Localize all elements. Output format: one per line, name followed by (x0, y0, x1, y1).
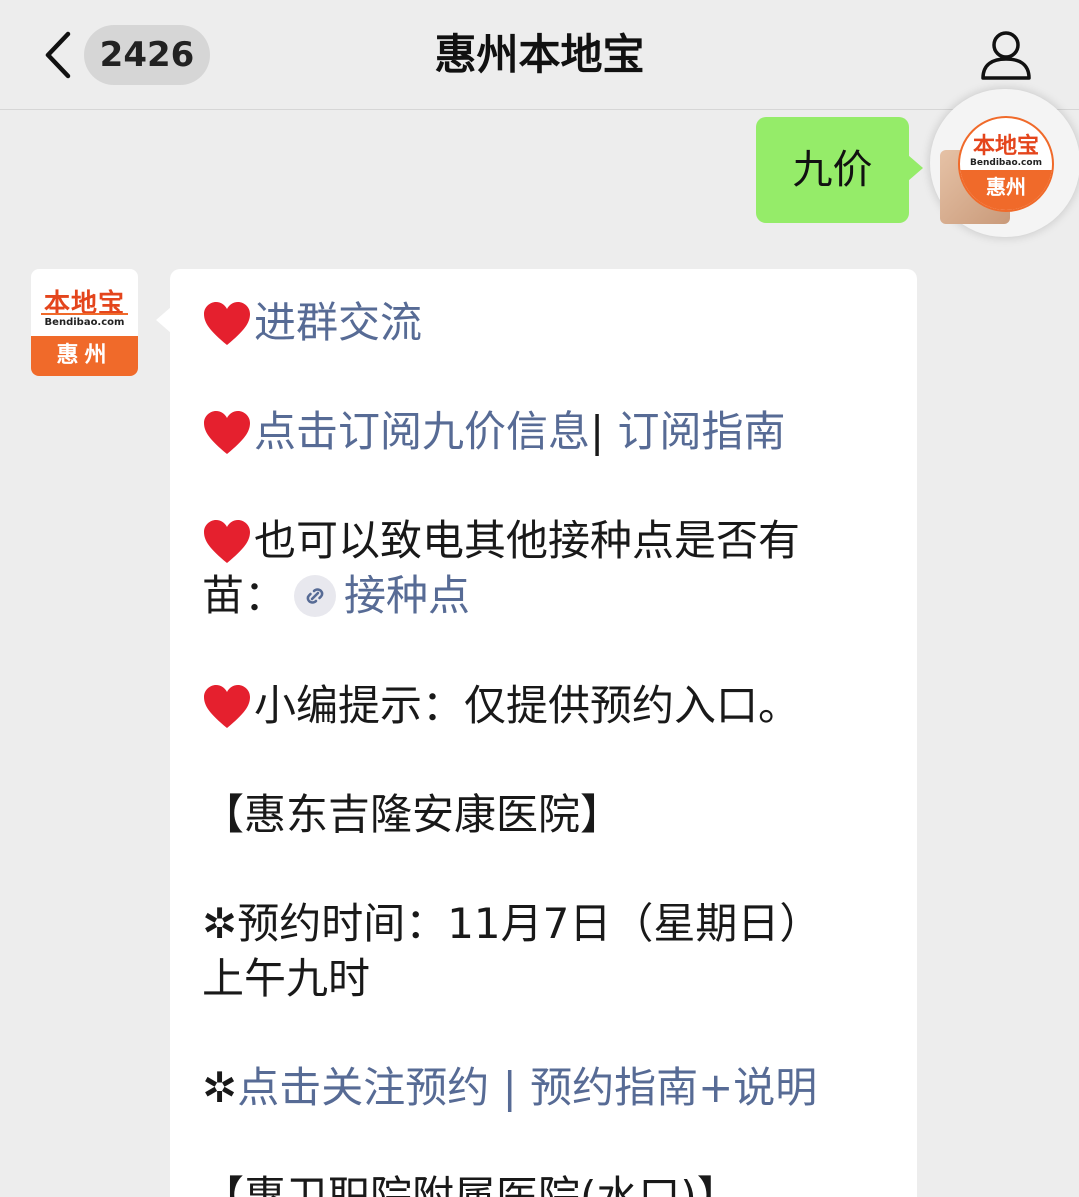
message-line-appointment-links: ✲点击关注预约 | 预约指南+说明 (202, 1061, 817, 1115)
chat-title: 惠州本地宝 (434, 30, 645, 79)
official-account-avatar[interactable]: 本地宝 Bendibao.com 惠州 (31, 269, 138, 376)
link-separator: | (489, 1063, 531, 1112)
message-line-editor-tip: 小编提示：仅提供预约入口。 (202, 679, 800, 733)
message-line-call-sites: 也可以致电其他接种点是否有 (202, 514, 800, 568)
separator: | (590, 407, 605, 456)
hospital-name-1: 【惠东吉隆安康医院】 (202, 790, 623, 839)
heart-icon (202, 296, 254, 350)
heart-icon (202, 514, 254, 568)
logo-text: 本地宝 (972, 134, 1039, 159)
logo-city: 惠州 (960, 170, 1052, 210)
hospital-name-2: 【惠卫职院附属医院(水口)】 (202, 1172, 739, 1197)
logo-url: Bendibao.com (970, 158, 1042, 168)
mini-program-link-icon[interactable] (294, 574, 337, 617)
vaccination-sites-link[interactable]: 接种点 (344, 571, 470, 620)
editor-tip-text: 小编提示：仅提供预约入口。 (254, 681, 801, 730)
outgoing-message-bubble[interactable]: 九价 (756, 117, 923, 223)
nav-bar: 2426 惠州本地宝 (0, 0, 1079, 110)
join-group-link[interactable]: 进群交流 (254, 298, 422, 347)
appointment-guide-link[interactable]: 预约指南+说明 (530, 1063, 817, 1112)
heart-icon (202, 405, 254, 459)
subscribe-hpv9-link[interactable]: 点击订阅九价信息 (254, 407, 590, 456)
call-sites-text: 也可以致电其他接种点是否有 (254, 516, 801, 565)
avatar-logo-url: Bendibao.com (44, 317, 125, 328)
star-bullet: ✲ (202, 1063, 238, 1112)
message-line-subscribe: 点击订阅九价信息| 订阅指南 (202, 405, 786, 459)
subscribe-guide-link[interactable]: 订阅指南 (604, 407, 786, 456)
message-line-join-group: 进群交流 (202, 296, 422, 350)
appointment-time: ✲预约时间：11月7日（星期日） (202, 899, 822, 948)
follow-appointment-link[interactable]: 点击关注预约 (237, 1063, 489, 1112)
appointment-time-cont: 上午九时 (202, 954, 371, 1003)
avatar-logo-underline (41, 313, 128, 315)
profile-icon[interactable] (979, 28, 1033, 82)
call-sites-text-cont: 苗： (202, 571, 287, 620)
bendibao-logo-round[interactable]: 本地宝 Bendibao.com 惠州 (958, 116, 1054, 212)
message-line-call-sites-cont: 苗： 接种点 (202, 569, 470, 623)
heart-icon (202, 679, 254, 733)
avatar-logo-city: 惠州 (31, 336, 138, 376)
